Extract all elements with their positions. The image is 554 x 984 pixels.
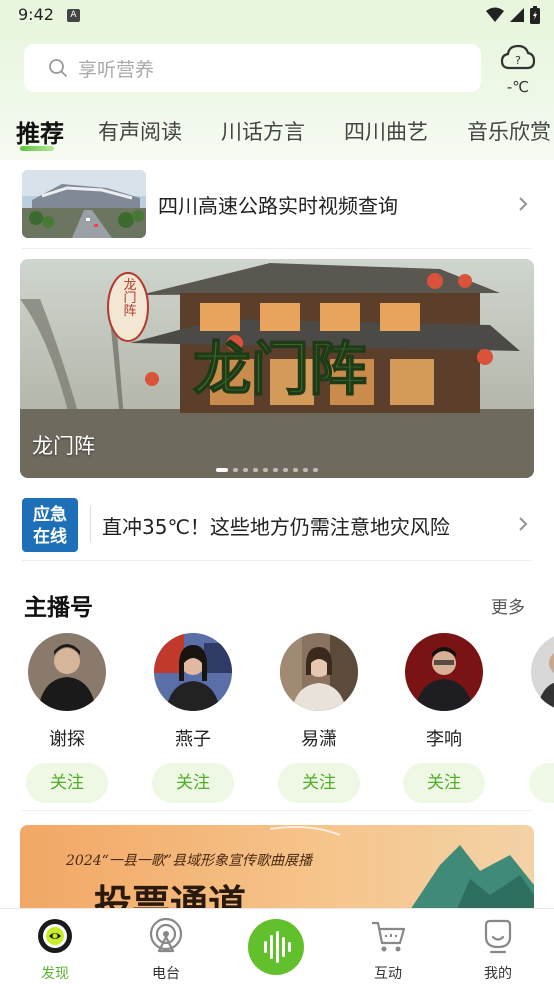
host-card[interactable]: 李响 关注 — [394, 633, 494, 803]
vote-banner[interactable]: 2024“一县一歌”县域形象宣传歌曲展播 投票通道 — [20, 825, 534, 908]
svg-text:?: ? — [515, 54, 521, 67]
cloud-question-icon: ? — [500, 44, 536, 70]
search-bar[interactable]: 享听营养 — [24, 44, 481, 92]
carousel-indicator — [216, 468, 318, 472]
cart-icon — [372, 921, 406, 952]
wifi-icon — [486, 7, 504, 22]
carousel-dot[interactable] — [243, 468, 248, 472]
signal-icon — [510, 8, 524, 22]
divider — [22, 248, 532, 249]
hosts-section-title: 主播号 — [24, 595, 93, 621]
emergency-online-badge: 应急 在线 — [22, 498, 78, 552]
nav-profile-label: 我的 — [484, 966, 512, 982]
hosts-list: 谢探 关注 燕子 关注 易潇 关注 李响 关注 — [0, 633, 554, 803]
host-name: 易潇 — [301, 729, 337, 750]
radio-icon — [149, 917, 183, 953]
host-name: 燕子 — [175, 729, 211, 750]
bottom-nav: 发现 电台 互动 我的 — [0, 908, 554, 984]
host-card[interactable]: 易潇 关注 — [269, 633, 369, 803]
follow-button[interactable] — [529, 763, 554, 803]
carousel-dot[interactable] — [293, 468, 298, 472]
status-time: 9:42 — [18, 5, 54, 24]
nav-discover[interactable]: 发现 — [15, 917, 95, 983]
host-card[interactable] — [520, 633, 554, 803]
nav-radio-label: 电台 — [152, 966, 180, 982]
nav-profile[interactable]: 我的 — [458, 917, 538, 983]
divider — [22, 810, 532, 811]
chevron-right-icon — [519, 517, 528, 531]
nav-discover-label: 发现 — [41, 966, 69, 982]
audio-wave-button[interactable] — [248, 919, 304, 975]
nav-interact-label: 互动 — [374, 966, 402, 982]
category-tabs: 推荐 有声阅读 川话方言 四川曲艺 音乐欣赏 — [0, 112, 554, 156]
search-icon — [49, 59, 67, 77]
tab-recommend[interactable]: 推荐 — [16, 114, 64, 149]
chevron-right-icon — [519, 197, 528, 211]
follow-button[interactable]: 关注 — [152, 763, 234, 803]
banner-seal-text: 龙门阵 — [121, 278, 137, 317]
main-content: 四川高速公路实时视频查询 龙门阵 龙门阵 龙门阵 应急 在线 直冲35℃！这些地… — [0, 160, 554, 908]
news-headline: 直冲35℃！这些地方仍需注意地灾风险 — [102, 515, 450, 539]
carousel-dot[interactable] — [233, 468, 238, 472]
status-bar: 9:42 A — [0, 0, 554, 32]
badge-line-1: 应急 — [33, 505, 67, 525]
carousel-banner[interactable]: 龙门阵 龙门阵 龙门阵 — [20, 259, 534, 478]
carousel-dot[interactable] — [303, 468, 308, 472]
host-card[interactable]: 燕子 关注 — [143, 633, 243, 803]
tab-active-indicator — [20, 146, 54, 151]
host-name: 谢探 — [49, 729, 85, 750]
carousel-dot[interactable] — [263, 468, 268, 472]
hosts-more-link[interactable]: 更多 — [491, 593, 525, 618]
carousel-dot[interactable] — [253, 468, 258, 472]
banner-artwork: 龙门阵 龙门阵 — [20, 259, 534, 478]
tab-dialect[interactable]: 川话方言 — [221, 116, 305, 146]
notification-badge-icon: A — [67, 9, 80, 22]
discover-icon — [38, 919, 72, 953]
highway-video-title: 四川高速公路实时视频查询 — [158, 194, 398, 218]
avatar[interactable] — [280, 633, 358, 711]
follow-button[interactable]: 关注 — [403, 763, 485, 803]
carousel-dot[interactable] — [273, 468, 278, 472]
tab-music[interactable]: 音乐欣赏 — [467, 116, 551, 146]
search-placeholder: 享听营养 — [78, 58, 155, 81]
status-icons — [486, 6, 540, 24]
highway-thumbnail — [22, 170, 146, 238]
news-separator — [90, 506, 91, 542]
carousel-dot[interactable] — [283, 468, 288, 472]
carousel-dot[interactable] — [313, 468, 318, 472]
badge-line-2: 在线 — [33, 527, 67, 547]
profile-icon — [484, 919, 512, 954]
carousel-dot[interactable] — [216, 468, 228, 472]
host-name: 李响 — [426, 729, 462, 750]
avatar[interactable] — [531, 633, 554, 711]
weather-widget[interactable]: ? -℃ — [497, 42, 539, 98]
host-card[interactable]: 谢探 关注 — [17, 633, 117, 803]
vote-banner-title: 投票通道 — [94, 881, 246, 908]
weather-temp: -℃ — [506, 78, 530, 96]
vote-banner-subtitle: 2024“一县一歌”县域形象宣传歌曲展播 — [65, 853, 314, 869]
emergency-news-entry[interactable]: 应急 在线 直冲35℃！这些地方仍需注意地灾风险 — [22, 496, 534, 552]
tab-audiobook[interactable]: 有声阅读 — [98, 116, 182, 146]
follow-button[interactable]: 关注 — [278, 763, 360, 803]
highway-video-entry[interactable]: 四川高速公路实时视频查询 — [22, 170, 534, 242]
tab-folk-art[interactable]: 四川曲艺 — [344, 116, 428, 146]
nav-radio[interactable]: 电台 — [126, 917, 206, 983]
nav-interact[interactable]: 互动 — [348, 917, 428, 983]
divider — [22, 560, 532, 561]
banner-caption: 龙门阵 — [32, 434, 95, 458]
battery-icon — [530, 6, 540, 24]
avatar[interactable] — [405, 633, 483, 711]
avatar[interactable] — [28, 633, 106, 711]
host-name — [520, 725, 554, 749]
avatar[interactable] — [154, 633, 232, 711]
banner-artwork-title: 龙门阵 — [193, 335, 367, 403]
follow-button[interactable]: 关注 — [26, 763, 108, 803]
audio-wave-icon — [264, 931, 291, 963]
